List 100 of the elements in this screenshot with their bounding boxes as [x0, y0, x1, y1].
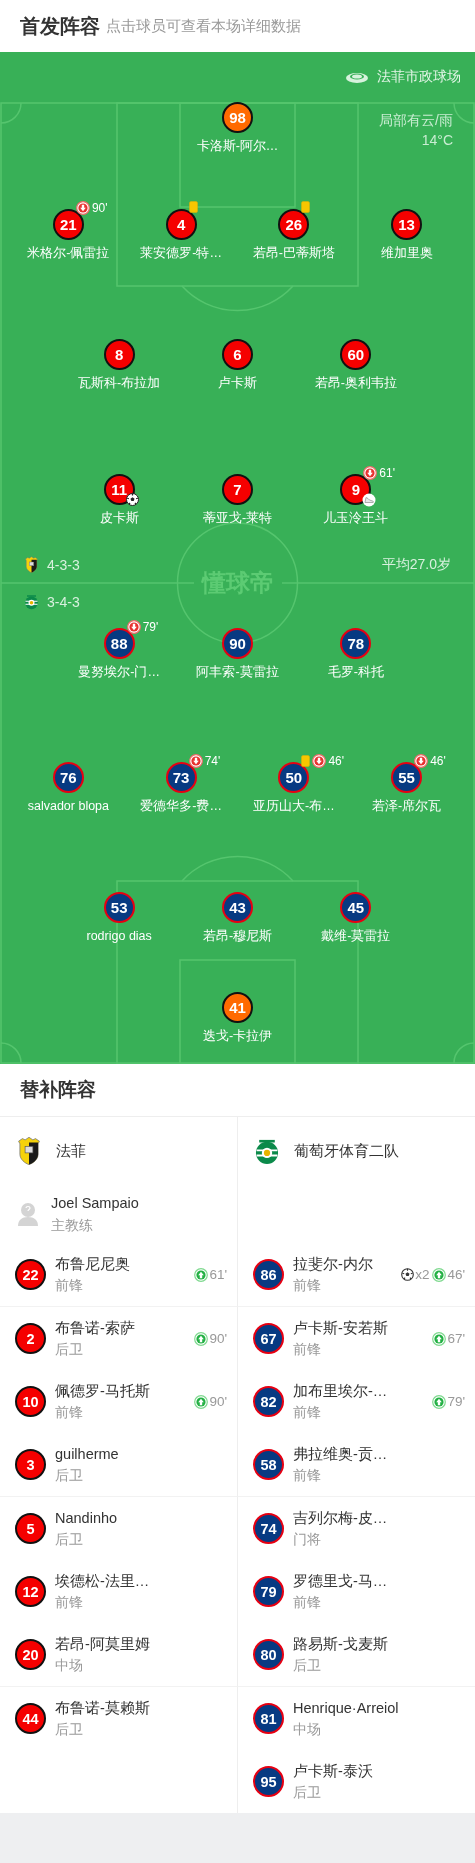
- player-name[interactable]: 若昂-巴蒂斯塔: [252, 246, 335, 261]
- player-name[interactable]: 路易斯-戈麦斯: [293, 1634, 467, 1654]
- shirt-number[interactable]: 58: [253, 1449, 284, 1480]
- shirt-number[interactable]: 11: [103, 474, 135, 505]
- player-name[interactable]: 若泽-席尔瓦: [372, 799, 442, 814]
- substitution-out-icon: [363, 466, 378, 480]
- team-name[interactable]: 法菲: [56, 1141, 86, 1161]
- section-title: 首发阵容: [20, 13, 100, 39]
- substitution-minute: 90': [209, 1394, 227, 1409]
- player-name[interactable]: 爱德华多-费…: [140, 799, 222, 814]
- player-name[interactable]: Henrique·Arreiol: [293, 1698, 467, 1718]
- coach-role: 主教练: [51, 1216, 94, 1235]
- player-name[interactable]: 罗德里戈-马…: [293, 1571, 467, 1591]
- player-name[interactable]: salvador blopa: [27, 799, 110, 814]
- shirt-number[interactable]: 10: [15, 1386, 46, 1417]
- football-icon: [401, 1268, 415, 1281]
- shirt-number[interactable]: 2: [15, 1323, 46, 1354]
- player-name[interactable]: 吉列尔梅-皮…: [293, 1508, 467, 1528]
- player-name[interactable]: 皮卡斯: [99, 511, 139, 526]
- shirt-number[interactable]: 4: [165, 209, 197, 240]
- player-name[interactable]: 布鲁诺-莫赖斯: [55, 1698, 229, 1718]
- substitution-minute: 79': [447, 1394, 465, 1409]
- shirt-number[interactable]: 74: [253, 1513, 284, 1544]
- person-icon: [17, 1201, 39, 1227]
- player-name[interactable]: 儿玉泠王斗: [323, 511, 389, 526]
- player-name[interactable]: guilherme: [55, 1444, 229, 1464]
- shirt-number[interactable]: 3: [15, 1449, 46, 1480]
- player-name[interactable]: 若昂-穆尼斯: [202, 929, 273, 944]
- player-name[interactable]: 米格尔-佩雷拉: [27, 246, 110, 261]
- shirt-number[interactable]: 43: [222, 892, 253, 923]
- player-position: 后卫: [293, 1783, 322, 1802]
- coach-name[interactable]: Joel Sampaio: [51, 1192, 139, 1214]
- shirt-number[interactable]: 13: [391, 209, 423, 240]
- team-crest-icon: [16, 1136, 42, 1166]
- player-name[interactable]: 布鲁尼尼奥: [55, 1254, 195, 1274]
- shirt-number[interactable]: 6: [222, 339, 253, 370]
- substitution-in-icon: [432, 1394, 447, 1409]
- player-position: 中场: [55, 1656, 84, 1675]
- shirt-number[interactable]: 5: [15, 1513, 46, 1544]
- shirt-number[interactable]: 41: [222, 992, 253, 1023]
- substitution-minute: 46': [430, 754, 446, 768]
- shirt-number[interactable]: 98: [222, 102, 253, 133]
- shirt-number[interactable]: 60: [340, 339, 372, 370]
- player-name[interactable]: 卢卡斯-安若斯: [293, 1318, 433, 1338]
- player-name[interactable]: Nandinho: [55, 1508, 229, 1528]
- player-name[interactable]: 曼努埃尔-门…: [78, 665, 160, 680]
- player-name[interactable]: 卢卡斯-泰沃: [293, 1761, 467, 1781]
- hint-text: 点击球员可查看本场详细数据: [106, 16, 301, 36]
- player-name[interactable]: 加布里埃尔-…: [293, 1381, 433, 1401]
- shirt-number[interactable]: 20: [15, 1639, 46, 1670]
- shirt-number[interactable]: 44: [15, 1703, 46, 1734]
- shirt-number[interactable]: 21: [52, 209, 84, 240]
- player-name[interactable]: 毛罗-科托: [327, 665, 384, 680]
- player-name[interactable]: 亚历山大-布…: [253, 799, 335, 814]
- player-name[interactable]: 布鲁诺-索萨: [55, 1318, 195, 1338]
- shirt-number[interactable]: 45: [340, 892, 372, 923]
- player-name[interactable]: 卡洛斯-阿尔…: [196, 139, 279, 154]
- player-name[interactable]: 若昂-奥利韦拉: [314, 376, 397, 391]
- shirt-number[interactable]: 8: [103, 339, 135, 370]
- team-name[interactable]: 葡萄牙体育二队: [294, 1141, 399, 1161]
- player-name[interactable]: 阿丰索-莫雷拉: [196, 665, 279, 680]
- shirt-number[interactable]: 12: [15, 1576, 46, 1607]
- shirt-number[interactable]: 79: [253, 1576, 284, 1607]
- player-position: 后卫: [55, 1340, 84, 1359]
- player-name[interactable]: 埃德松-法里…: [55, 1571, 229, 1591]
- shirt-number[interactable]: 26: [278, 209, 310, 240]
- player-name[interactable]: 维加里奥: [380, 246, 433, 261]
- player-name[interactable]: 佩德罗-马托斯: [55, 1381, 195, 1401]
- player-name[interactable]: 莱安德罗-特…: [140, 246, 222, 261]
- team-crest-icon: [24, 593, 39, 611]
- shirt-number[interactable]: 76: [52, 762, 84, 793]
- shirt-number[interactable]: 80: [253, 1639, 284, 1670]
- player-name[interactable]: 卢卡斯: [218, 376, 257, 391]
- substitution-out-icon: [312, 754, 327, 768]
- shirt-number[interactable]: 22: [15, 1259, 46, 1290]
- shirt-number[interactable]: 55: [391, 762, 423, 793]
- shirt-number[interactable]: 90: [222, 628, 253, 659]
- player-name[interactable]: rodrigo dias: [86, 929, 152, 944]
- substitution-minute: 79': [142, 620, 159, 634]
- player-name[interactable]: 蒂亚戈-莱特: [202, 511, 273, 526]
- shirt-number[interactable]: 73: [165, 762, 197, 793]
- shirt-number[interactable]: 86: [253, 1259, 284, 1290]
- player-name[interactable]: 迭戈-卡拉伊: [202, 1029, 273, 1044]
- player-name[interactable]: 拉斐尔-内尔: [293, 1254, 402, 1274]
- shirt-number[interactable]: 88: [103, 628, 135, 659]
- player-position: 前锋: [293, 1593, 322, 1612]
- shirt-number[interactable]: 67: [253, 1323, 284, 1354]
- stadium-icon: [345, 70, 369, 84]
- player-name[interactable]: 瓦斯科-布拉加: [78, 376, 161, 391]
- shirt-number[interactable]: 7: [222, 474, 253, 505]
- player-name[interactable]: 若昂-阿莫里姆: [55, 1634, 229, 1654]
- shirt-number[interactable]: 81: [253, 1703, 284, 1734]
- formation-text: 4-3-3: [47, 557, 80, 573]
- shirt-number[interactable]: 82: [253, 1386, 284, 1417]
- player-name[interactable]: 弗拉维奥-贡…: [293, 1444, 467, 1464]
- player-name[interactable]: 戴维-莫雷拉: [321, 929, 391, 944]
- shirt-number[interactable]: 53: [103, 892, 135, 923]
- shirt-number[interactable]: 95: [253, 1766, 284, 1797]
- shirt-number[interactable]: 50: [278, 762, 310, 793]
- shirt-number[interactable]: 78: [340, 628, 372, 659]
